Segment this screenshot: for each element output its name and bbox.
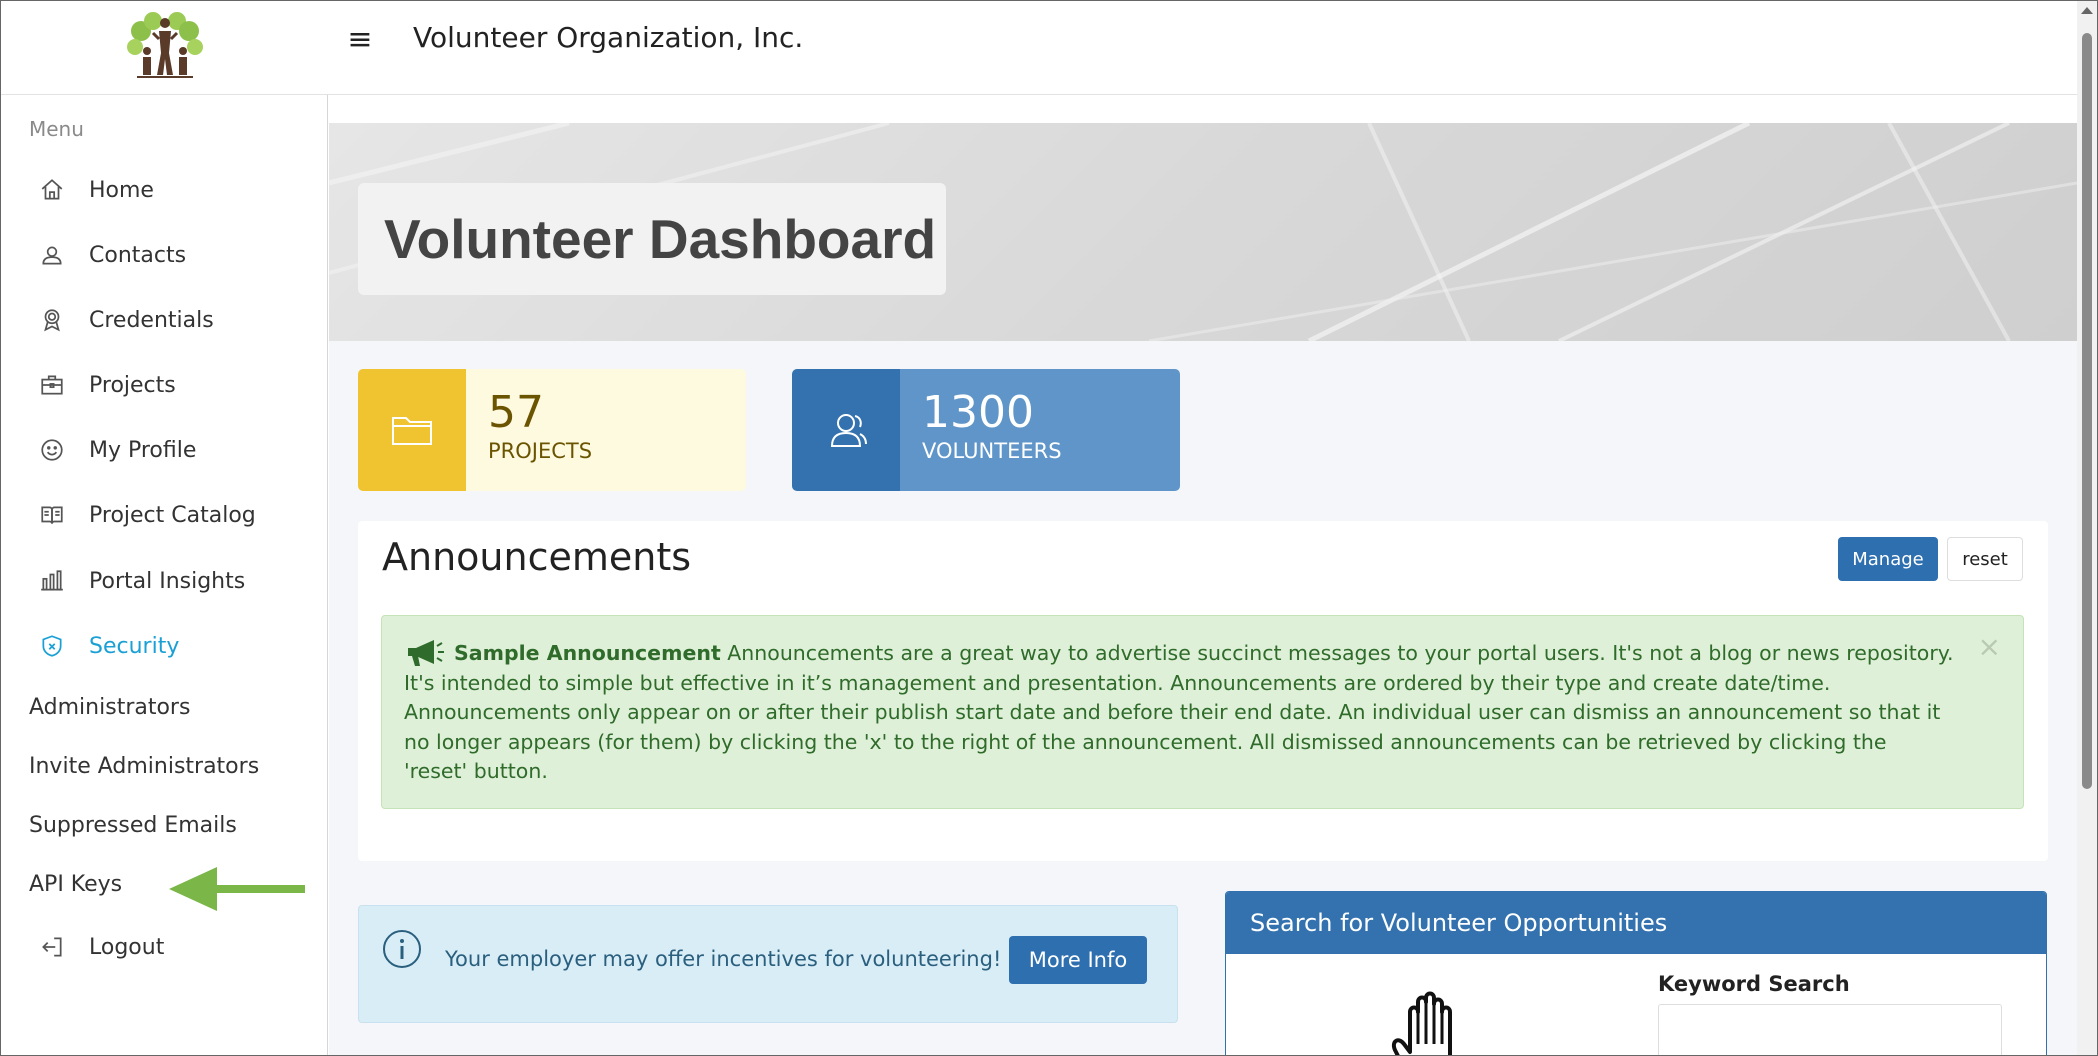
volunteers-label: VOLUNTEERS bbox=[922, 439, 1062, 463]
incentive-info-box: Your employer may offer incentives for v… bbox=[358, 905, 1178, 1023]
sidebar-subitem-invite-administrators[interactable]: Invite Administrators bbox=[29, 754, 259, 779]
sidebar-item-label: Credentials bbox=[89, 307, 214, 333]
sidebar-item-credentials[interactable]: Credentials bbox=[37, 300, 214, 340]
hero-banner: Volunteer Dashboard bbox=[329, 123, 2077, 341]
projects-count: 57 bbox=[488, 387, 544, 438]
page-title: Volunteer Dashboard bbox=[384, 208, 937, 270]
briefcase-icon bbox=[37, 370, 67, 400]
app-window: ≡ Volunteer Organization, Inc. Menu Home… bbox=[0, 0, 2098, 1056]
hero-title-box: Volunteer Dashboard bbox=[358, 183, 946, 295]
folder-icon bbox=[358, 369, 466, 491]
main-content: Volunteer Dashboard 57 PROJECTS 1300 VOL… bbox=[329, 95, 2077, 1055]
close-icon[interactable]: × bbox=[1978, 632, 2001, 662]
manage-button[interactable]: Manage bbox=[1838, 537, 1938, 581]
more-info-button[interactable]: More Info bbox=[1009, 936, 1147, 984]
megaphone-icon bbox=[408, 640, 444, 666]
sidebar-item-label: My Profile bbox=[89, 437, 197, 463]
incentive-text: Your employer may offer incentives for v… bbox=[445, 947, 1002, 971]
sidebar-item-security[interactable]: Security bbox=[37, 626, 179, 666]
sidebar-subitem-api-keys[interactable]: API Keys bbox=[29, 872, 122, 897]
sidebar-subitem-suppressed-emails[interactable]: Suppressed Emails bbox=[29, 813, 237, 838]
projects-stat-card[interactable]: 57 PROJECTS bbox=[358, 369, 746, 491]
announcement-heading: Sample Announcement bbox=[454, 641, 721, 665]
menu-caption: Menu bbox=[29, 117, 84, 141]
book-icon bbox=[37, 500, 67, 530]
sidebar-item-logout[interactable]: Logout bbox=[37, 927, 164, 967]
search-opportunities-card: Search for Volunteer Opportunities Keywo… bbox=[1225, 891, 2047, 1055]
annotation-arrow-icon bbox=[169, 867, 305, 911]
sidebar-item-label: Contacts bbox=[89, 242, 187, 268]
home-icon bbox=[37, 175, 67, 205]
sidebar-item-label: Projects bbox=[89, 372, 176, 398]
volunteers-stat-card[interactable]: 1300 VOLUNTEERS bbox=[792, 369, 1180, 491]
shield-icon bbox=[37, 631, 67, 661]
sidebar-item-label: Home bbox=[89, 177, 154, 203]
organization-logo[interactable] bbox=[123, 9, 207, 81]
sidebar-item-my-profile[interactable]: My Profile bbox=[37, 430, 196, 470]
sidebar-item-label: Portal Insights bbox=[89, 568, 246, 594]
sidebar-subitem-administrators[interactable]: Administrators bbox=[29, 695, 190, 720]
sidebar-item-portal-insights[interactable]: Portal Insights bbox=[37, 561, 245, 601]
org-title: Volunteer Organization, Inc. bbox=[413, 21, 804, 54]
top-header: ≡ Volunteer Organization, Inc. bbox=[1, 1, 2077, 95]
volunteers-count: 1300 bbox=[922, 387, 1034, 438]
announcement-alert: Sample Announcement Announcements are a … bbox=[381, 615, 2024, 809]
sidebar-item-label: Project Catalog bbox=[89, 502, 256, 528]
scroll-up-arrow-icon[interactable] bbox=[2081, 7, 2093, 14]
smiley-icon bbox=[37, 435, 67, 465]
contacts-icon bbox=[37, 240, 67, 270]
sidebar-item-label: Security bbox=[89, 633, 180, 659]
announcements-card: Announcements Manage reset Sample Announ… bbox=[358, 521, 2048, 861]
bar-chart-icon bbox=[37, 566, 67, 596]
vertical-scrollbar[interactable] bbox=[2077, 1, 2097, 1055]
reset-button[interactable]: reset bbox=[1947, 537, 2023, 581]
award-icon bbox=[37, 305, 67, 335]
sidebar-item-projects[interactable]: Projects bbox=[37, 365, 176, 405]
sidebar-item-project-catalog[interactable]: Project Catalog bbox=[37, 495, 256, 535]
search-card-title: Search for Volunteer Opportunities bbox=[1226, 892, 2046, 954]
sidebar-item-label: Logout bbox=[89, 934, 165, 960]
sidebar-item-contacts[interactable]: Contacts bbox=[37, 235, 186, 275]
hamburger-icon[interactable]: ≡ bbox=[346, 25, 374, 55]
keyword-search-input[interactable] bbox=[1658, 1004, 2002, 1055]
projects-label: PROJECTS bbox=[488, 439, 593, 463]
keyword-search-label: Keyword Search bbox=[1658, 972, 1850, 996]
announcements-title: Announcements bbox=[382, 535, 692, 579]
scrollbar-thumb[interactable] bbox=[2082, 33, 2092, 789]
main-top-strip bbox=[329, 95, 2077, 123]
users-icon bbox=[792, 369, 900, 491]
raised-hand-icon bbox=[1391, 991, 1452, 1055]
logout-icon bbox=[37, 932, 67, 962]
sidebar-item-home[interactable]: Home bbox=[37, 170, 154, 210]
info-icon bbox=[383, 930, 421, 968]
